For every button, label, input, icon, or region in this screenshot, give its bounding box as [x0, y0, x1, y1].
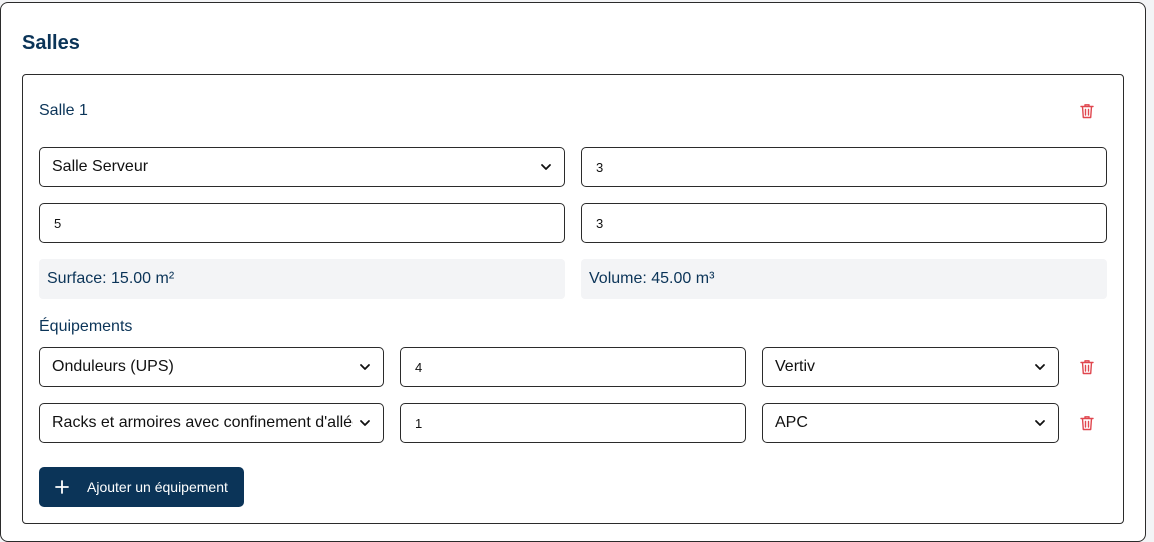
equipment-quantity-input[interactable]: 1	[400, 403, 746, 443]
delete-equipment-button[interactable]	[1078, 358, 1096, 376]
chevron-down-icon	[360, 364, 370, 370]
add-equipment-label: Ajouter un équipement	[87, 479, 228, 495]
equipment-heading: Équipements	[39, 318, 133, 335]
equipment-type-value: Onduleurs (UPS)	[52, 358, 174, 375]
room-dimension-value-3: 3	[596, 215, 604, 231]
equipment-quantity-input[interactable]: 4	[400, 347, 746, 387]
room-type-select[interactable]: Salle Serveur	[39, 147, 565, 187]
equipment-type-value: Racks et armoires avec confinement d'all…	[52, 414, 353, 431]
chevron-down-icon	[360, 420, 370, 426]
equipment-brand-value: Vertiv	[775, 358, 816, 375]
chevron-down-icon	[541, 164, 551, 170]
equipment-quantity-value: 1	[415, 415, 423, 431]
chevron-down-icon	[1035, 420, 1045, 426]
surface-readout: Surface: 15.00 m²	[39, 259, 565, 299]
room-dimension-value-2: 5	[54, 215, 62, 231]
room-dimension-input-2[interactable]: 5	[39, 203, 565, 243]
room-dimension-input-1[interactable]: 3	[581, 147, 1107, 187]
room-dimension-value-1: 3	[596, 159, 604, 175]
volume-readout: Volume: 45.00 m³	[581, 259, 1107, 299]
delete-room-button[interactable]	[1078, 102, 1096, 120]
trash-icon	[1080, 416, 1094, 431]
equipment-brand-select[interactable]: Vertiv	[762, 347, 1059, 387]
trash-icon	[1080, 104, 1094, 119]
chevron-down-icon	[1035, 364, 1045, 370]
room-card: Salle 1 Salle Serveur 3 5 3 Surface: 15.…	[22, 74, 1124, 524]
delete-equipment-button[interactable]	[1078, 414, 1096, 432]
rooms-panel: Salles Salle 1 Salle Serveur 3 5 3 Surfa…	[0, 2, 1146, 542]
add-equipment-button[interactable]: Ajouter un équipement	[39, 467, 244, 507]
equipment-quantity-value: 4	[415, 359, 423, 375]
section-title: Salles	[22, 32, 80, 54]
equipment-brand-select[interactable]: APC	[762, 403, 1059, 443]
room-type-value: Salle Serveur	[52, 158, 149, 175]
trash-icon	[1080, 360, 1094, 375]
plus-icon	[55, 480, 69, 494]
room-title: Salle 1	[39, 102, 88, 119]
equipment-type-select[interactable]: Racks et armoires avec confinement d'all…	[39, 403, 384, 443]
room-dimension-input-3[interactable]: 3	[581, 203, 1107, 243]
equipment-type-select[interactable]: Onduleurs (UPS)	[39, 347, 384, 387]
equipment-brand-value: APC	[775, 414, 808, 431]
